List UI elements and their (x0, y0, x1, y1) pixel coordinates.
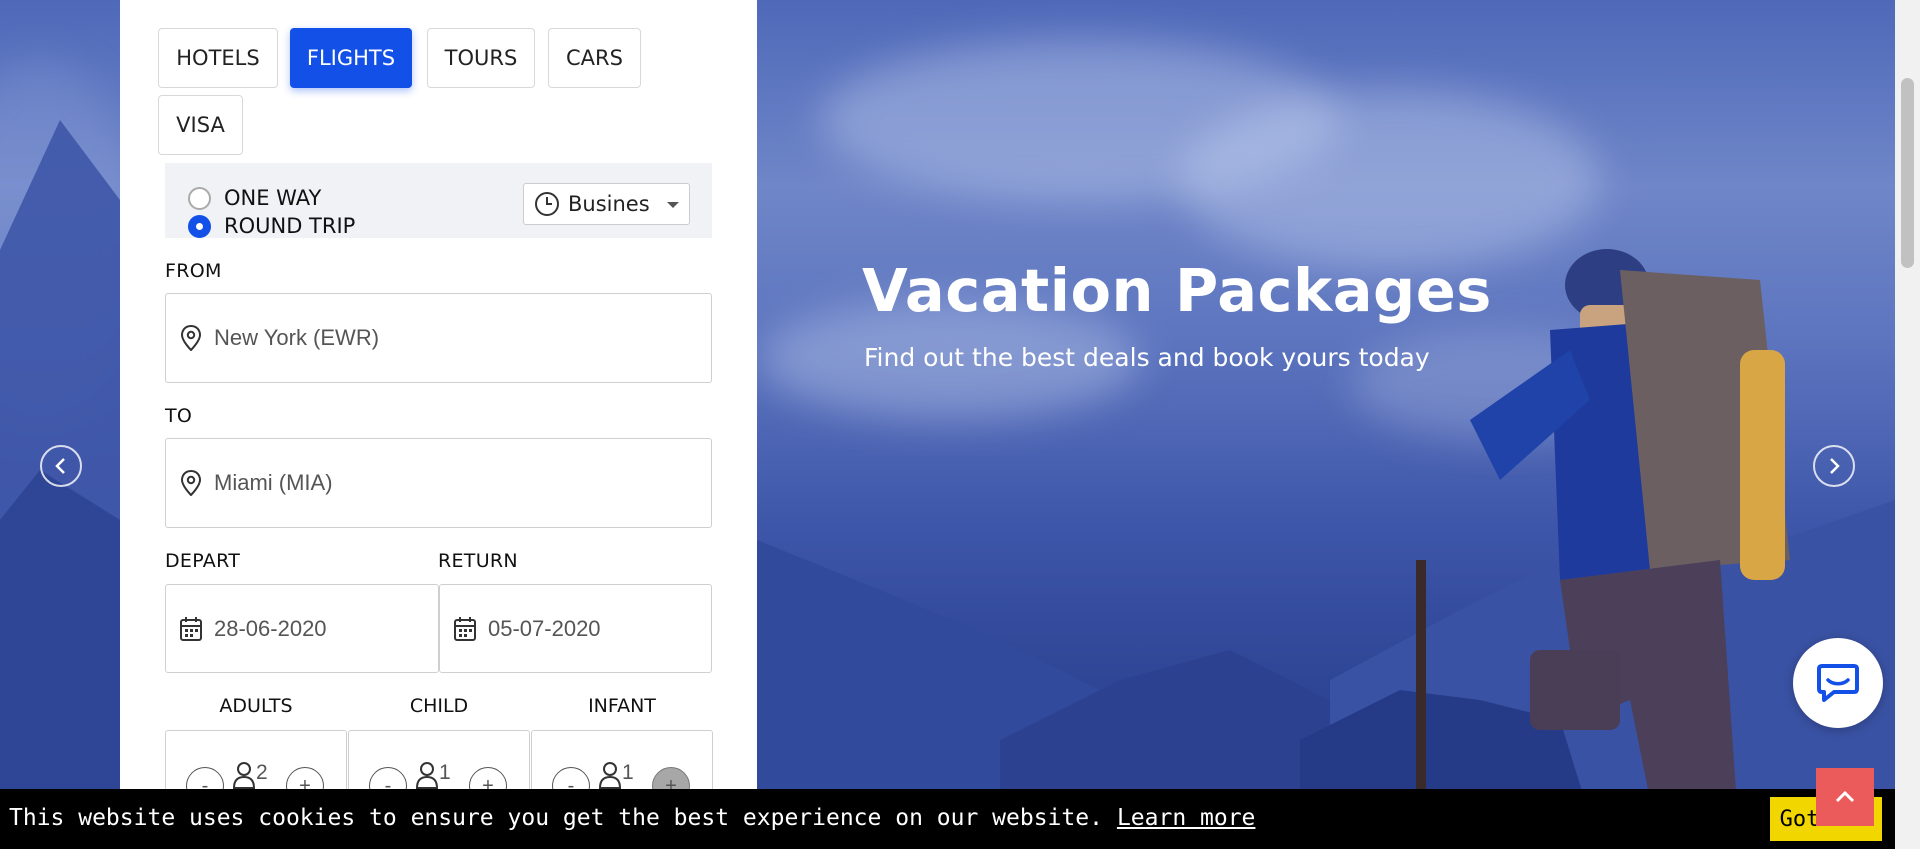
chat-icon (1817, 664, 1859, 702)
from-value: New York (EWR) (214, 325, 380, 350)
return-label: RETURN (438, 550, 518, 572)
to-value: Miami (MIA) (214, 470, 333, 495)
tab-hotels[interactable]: HOTELS (158, 28, 278, 88)
depart-value: 28-06-2020 (214, 615, 327, 641)
return-date-input[interactable]: 05-07-2020 (439, 584, 712, 673)
child-label: CHILD (409, 695, 469, 717)
tab-cars[interactable]: CARS (548, 28, 641, 88)
cabin-class-value: Busines (568, 192, 650, 216)
user-icon (598, 762, 622, 789)
chevron-right-icon (1830, 458, 1840, 474)
chevron-up-icon (1835, 790, 1855, 803)
tab-visa[interactable]: VISA (158, 95, 243, 155)
search-panel: HOTELS FLIGHTS TOURS CARS VISA ONE WAY R… (120, 0, 757, 805)
clock-icon (534, 191, 560, 217)
radio-one-way-label: ONE WAY (224, 186, 322, 210)
map-pin-icon (178, 325, 204, 351)
tab-flights[interactable]: FLIGHTS (290, 28, 412, 88)
chevron-left-icon (55, 458, 65, 474)
adults-count-value: 2 (256, 761, 268, 784)
depart-date-input[interactable]: 28-06-2020 (165, 584, 439, 673)
radio-round-trip[interactable]: ROUND TRIP (188, 214, 355, 238)
page-scrollbar[interactable] (1895, 0, 1920, 849)
calendar-icon (452, 616, 478, 642)
cookie-banner: This website uses cookies to ensure you … (0, 789, 1895, 849)
to-label: TO (165, 405, 193, 427)
infant-label: INFANT (588, 695, 656, 717)
adults-label: ADULTS (219, 695, 293, 717)
chevron-down-icon (667, 202, 679, 208)
child-count-value: 1 (439, 761, 451, 784)
hero-subtitle: Find out the best deals and book yours t… (864, 343, 1430, 372)
scroll-to-top-button[interactable] (1816, 768, 1874, 826)
child-count: 1 (415, 761, 451, 789)
cookie-learn-more-link[interactable]: Learn more (1117, 805, 1255, 831)
map-pin-icon (178, 470, 204, 496)
cookie-message: This website uses cookies to ensure you … (9, 805, 1255, 831)
infant-count-value: 1 (622, 761, 634, 784)
from-input[interactable]: New York (EWR) (165, 293, 712, 383)
radio-one-way[interactable]: ONE WAY (188, 186, 321, 210)
radio-one-way-circle[interactable] (188, 186, 211, 210)
user-icon (232, 762, 256, 789)
to-input[interactable]: Miami (MIA) (165, 438, 712, 528)
adults-count: 2 (232, 761, 268, 789)
depart-label: DEPART (165, 550, 241, 572)
radio-round-trip-label: ROUND TRIP (224, 214, 356, 238)
radio-round-trip-circle[interactable] (188, 214, 211, 238)
cookie-text: This website uses cookies to ensure you … (9, 805, 1103, 831)
chat-button[interactable] (1793, 638, 1883, 728)
calendar-icon (178, 616, 204, 642)
tab-tours[interactable]: TOURS (427, 28, 535, 88)
hero-title: Vacation Packages (862, 256, 1492, 325)
cabin-class-select[interactable]: Busines (523, 183, 690, 225)
trip-options: ONE WAY ROUND TRIP Busines (165, 163, 712, 238)
carousel-prev-button[interactable] (40, 445, 82, 487)
from-label: FROM (165, 260, 222, 282)
infant-count: 1 (598, 761, 634, 789)
user-icon (415, 762, 439, 789)
scrollbar-thumb[interactable] (1901, 78, 1914, 268)
return-value: 05-07-2020 (488, 615, 601, 641)
carousel-next-button[interactable] (1813, 445, 1855, 487)
